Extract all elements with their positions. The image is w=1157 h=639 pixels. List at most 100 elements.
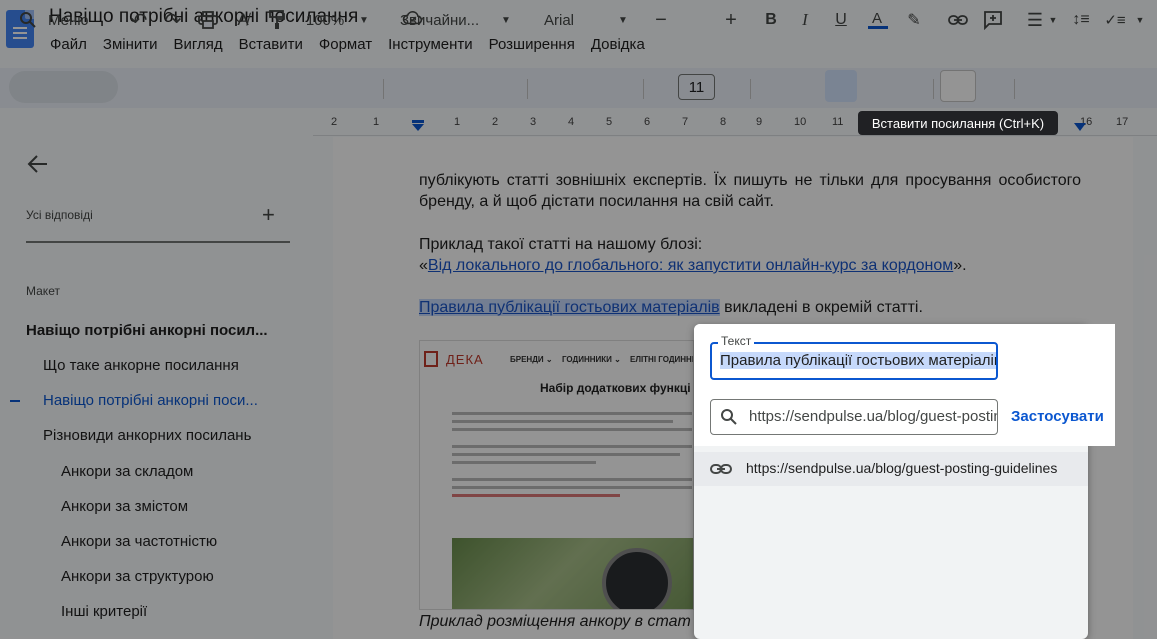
chevron-down-icon[interactable]: ▼ <box>617 0 629 40</box>
chevron-down-icon[interactable]: ▼ <box>1135 0 1145 40</box>
right-indent-marker-icon[interactable] <box>1073 122 1087 132</box>
chevron-down-icon[interactable]: ▼ <box>1048 0 1058 40</box>
ruler-tick-label: 10 <box>794 116 807 128</box>
image-nav-item: БРЕНДИ ⌄ <box>510 355 553 364</box>
outline-section-label: Макет <box>26 284 60 298</box>
image-logo-text: ДЕКА <box>446 352 484 367</box>
link-suggestion-url: https://sendpulse.ua/blog/guest-posting-… <box>746 460 1058 476</box>
search-icon <box>18 0 38 40</box>
undo-icon[interactable]: ↶ <box>128 0 150 40</box>
sidebar-divider <box>26 241 290 243</box>
text-color-icon[interactable]: A <box>865 0 891 40</box>
svg-text:A: A <box>872 10 882 27</box>
insert-link-dialog: Текст Правила публікації гостьових матер… <box>694 324 1115 639</box>
outline-item[interactable]: Інші критерії <box>61 603 147 620</box>
ruler-tick-label: 3 <box>530 116 537 128</box>
deka-logo-icon <box>424 351 438 367</box>
ruler-tick-label: 8 <box>720 116 727 128</box>
outline-item[interactable]: Що таке анкорне посилання <box>43 357 239 374</box>
image-nav-item: ГОДИННИКИ ⌄ <box>562 355 621 364</box>
insert-link-button[interactable] <box>940 70 976 102</box>
back-arrow-icon[interactable] <box>27 154 49 174</box>
watch-photo <box>452 538 693 609</box>
insert-link-tooltip: Вставити посилання (Ctrl+K) <box>858 111 1058 135</box>
outline-item[interactable]: Різновиди анкорних посилань <box>43 427 251 444</box>
quote-open: « <box>419 257 428 274</box>
outline-item[interactable]: Анкори за складом <box>61 463 193 480</box>
italic-icon[interactable]: I <box>794 0 816 40</box>
toolbar-divider <box>1014 79 1015 99</box>
outline-item[interactable]: Анкори за структурою <box>61 568 214 585</box>
toolbar-divider <box>933 79 934 99</box>
image-nav-item: ЕЛІТНІ ГОДИННИ <box>630 355 694 364</box>
link-icon <box>710 464 732 474</box>
link-icon <box>946 0 970 40</box>
paragraph-line[interactable]: бренду, а й щоб дістати посилання на сві… <box>419 191 774 213</box>
ruler-tick-label: 6 <box>644 116 651 128</box>
text-field-label: Текст <box>718 334 755 348</box>
paragraph-line[interactable]: публікують статті зовнішніх експертів. Ї… <box>419 170 1081 192</box>
search-menus-button[interactable] <box>9 71 118 103</box>
ruler-tick-label: 5 <box>606 116 613 128</box>
indent-marker-icon[interactable] <box>411 120 425 132</box>
bold-icon[interactable]: B <box>760 0 782 40</box>
image-caption[interactable]: Приклад розміщення анкору в стат <box>419 613 691 631</box>
image-heading: Набір додаткових функці <box>540 381 691 395</box>
chevron-down-icon[interactable]: ▼ <box>358 0 370 40</box>
decrease-font-icon[interactable]: − <box>652 0 670 40</box>
paragraph-text: викладені в окремій статті. <box>719 299 923 316</box>
article-screenshot-image[interactable]: ДЕКА БРЕНДИ ⌄ ГОДИННИКИ ⌄ ЕЛІТНІ ГОДИННИ… <box>419 340 694 610</box>
watch-icon <box>602 548 672 609</box>
apply-button[interactable]: Застосувати <box>1011 408 1104 425</box>
article-link[interactable]: Від локального до глобального: як запуст… <box>428 257 953 274</box>
ruler-tick-label: 2 <box>331 116 338 128</box>
ruler-tick-label: 11 <box>832 116 844 128</box>
outline-item[interactable]: Анкори за змістом <box>61 498 188 515</box>
outline-sidebar: Усі відповіді + Макет Навіщо потрібні ан… <box>0 136 313 639</box>
current-heading-marker <box>10 400 20 402</box>
outline-item[interactable]: Навіщо потрібні анкорні посил... <box>26 322 268 339</box>
add-icon[interactable]: + <box>262 202 275 228</box>
paragraph-line[interactable]: Правила публікації гостьових матеріалів … <box>419 297 923 319</box>
redo-icon[interactable]: ↷ <box>162 0 184 40</box>
ruler-tick-label: 2 <box>492 116 499 128</box>
all-answers-label: Усі відповіді <box>26 208 93 222</box>
search-icon <box>721 409 737 425</box>
ruler-tick-label: 4 <box>568 116 575 128</box>
toolbar <box>0 68 1157 108</box>
font-select[interactable]: Arial <box>544 0 604 40</box>
outline-item-active[interactable]: Навіщо потрібні анкорні поси... <box>43 392 258 409</box>
link-url-input[interactable]: https://sendpulse.ua/blog/guest-posting-… <box>710 399 998 435</box>
style-select[interactable]: Звичайни... <box>400 0 490 40</box>
ruler-tick-label: 7 <box>682 116 689 128</box>
selected-link[interactable]: Правила публікації гостьових матеріалів <box>419 299 720 316</box>
ruler-tick-label: 17 <box>1116 116 1129 128</box>
underline-button[interactable] <box>825 70 857 102</box>
zoom-select[interactable]: 100% <box>302 0 348 40</box>
font-size-input[interactable]: 11 <box>678 74 715 100</box>
add-comment-icon[interactable] <box>982 0 1004 40</box>
search-menus-label: Меню <box>48 11 89 29</box>
paragraph-line[interactable]: «Від локального до глобального: як запус… <box>419 255 967 277</box>
toolbar-divider <box>527 79 528 99</box>
link-text-value: Правила публікації гостьових матеріалів <box>720 352 996 369</box>
underline-icon: U <box>835 11 847 28</box>
link-suggestion[interactable]: https://sendpulse.ua/blog/guest-posting-… <box>694 452 1088 486</box>
outline-item[interactable]: Анкори за частотністю <box>61 533 217 550</box>
increase-font-icon[interactable]: + <box>722 0 740 40</box>
checklist-icon[interactable]: ✓≡ <box>1104 0 1126 40</box>
paragraph-line[interactable]: Приклад такої статті на нашому блозі: <box>419 234 702 256</box>
chevron-down-icon[interactable]: ▼ <box>500 0 512 40</box>
toolbar-divider <box>750 79 751 99</box>
highlight-icon[interactable]: ✎ <box>903 0 925 40</box>
toolbar-divider <box>643 79 644 99</box>
print-icon[interactable] <box>196 0 220 40</box>
ruler-tick-label: 1 <box>454 116 461 128</box>
paint-format-icon[interactable] <box>266 0 288 40</box>
align-icon[interactable]: ☰ <box>1024 0 1046 40</box>
spellcheck-icon[interactable]: A̸ <box>232 0 254 40</box>
line-spacing-icon[interactable]: ↕≡ <box>1070 0 1092 40</box>
toolbar-divider <box>383 79 384 99</box>
ruler-tick-label: 9 <box>756 116 763 128</box>
image-text-block <box>452 407 692 502</box>
